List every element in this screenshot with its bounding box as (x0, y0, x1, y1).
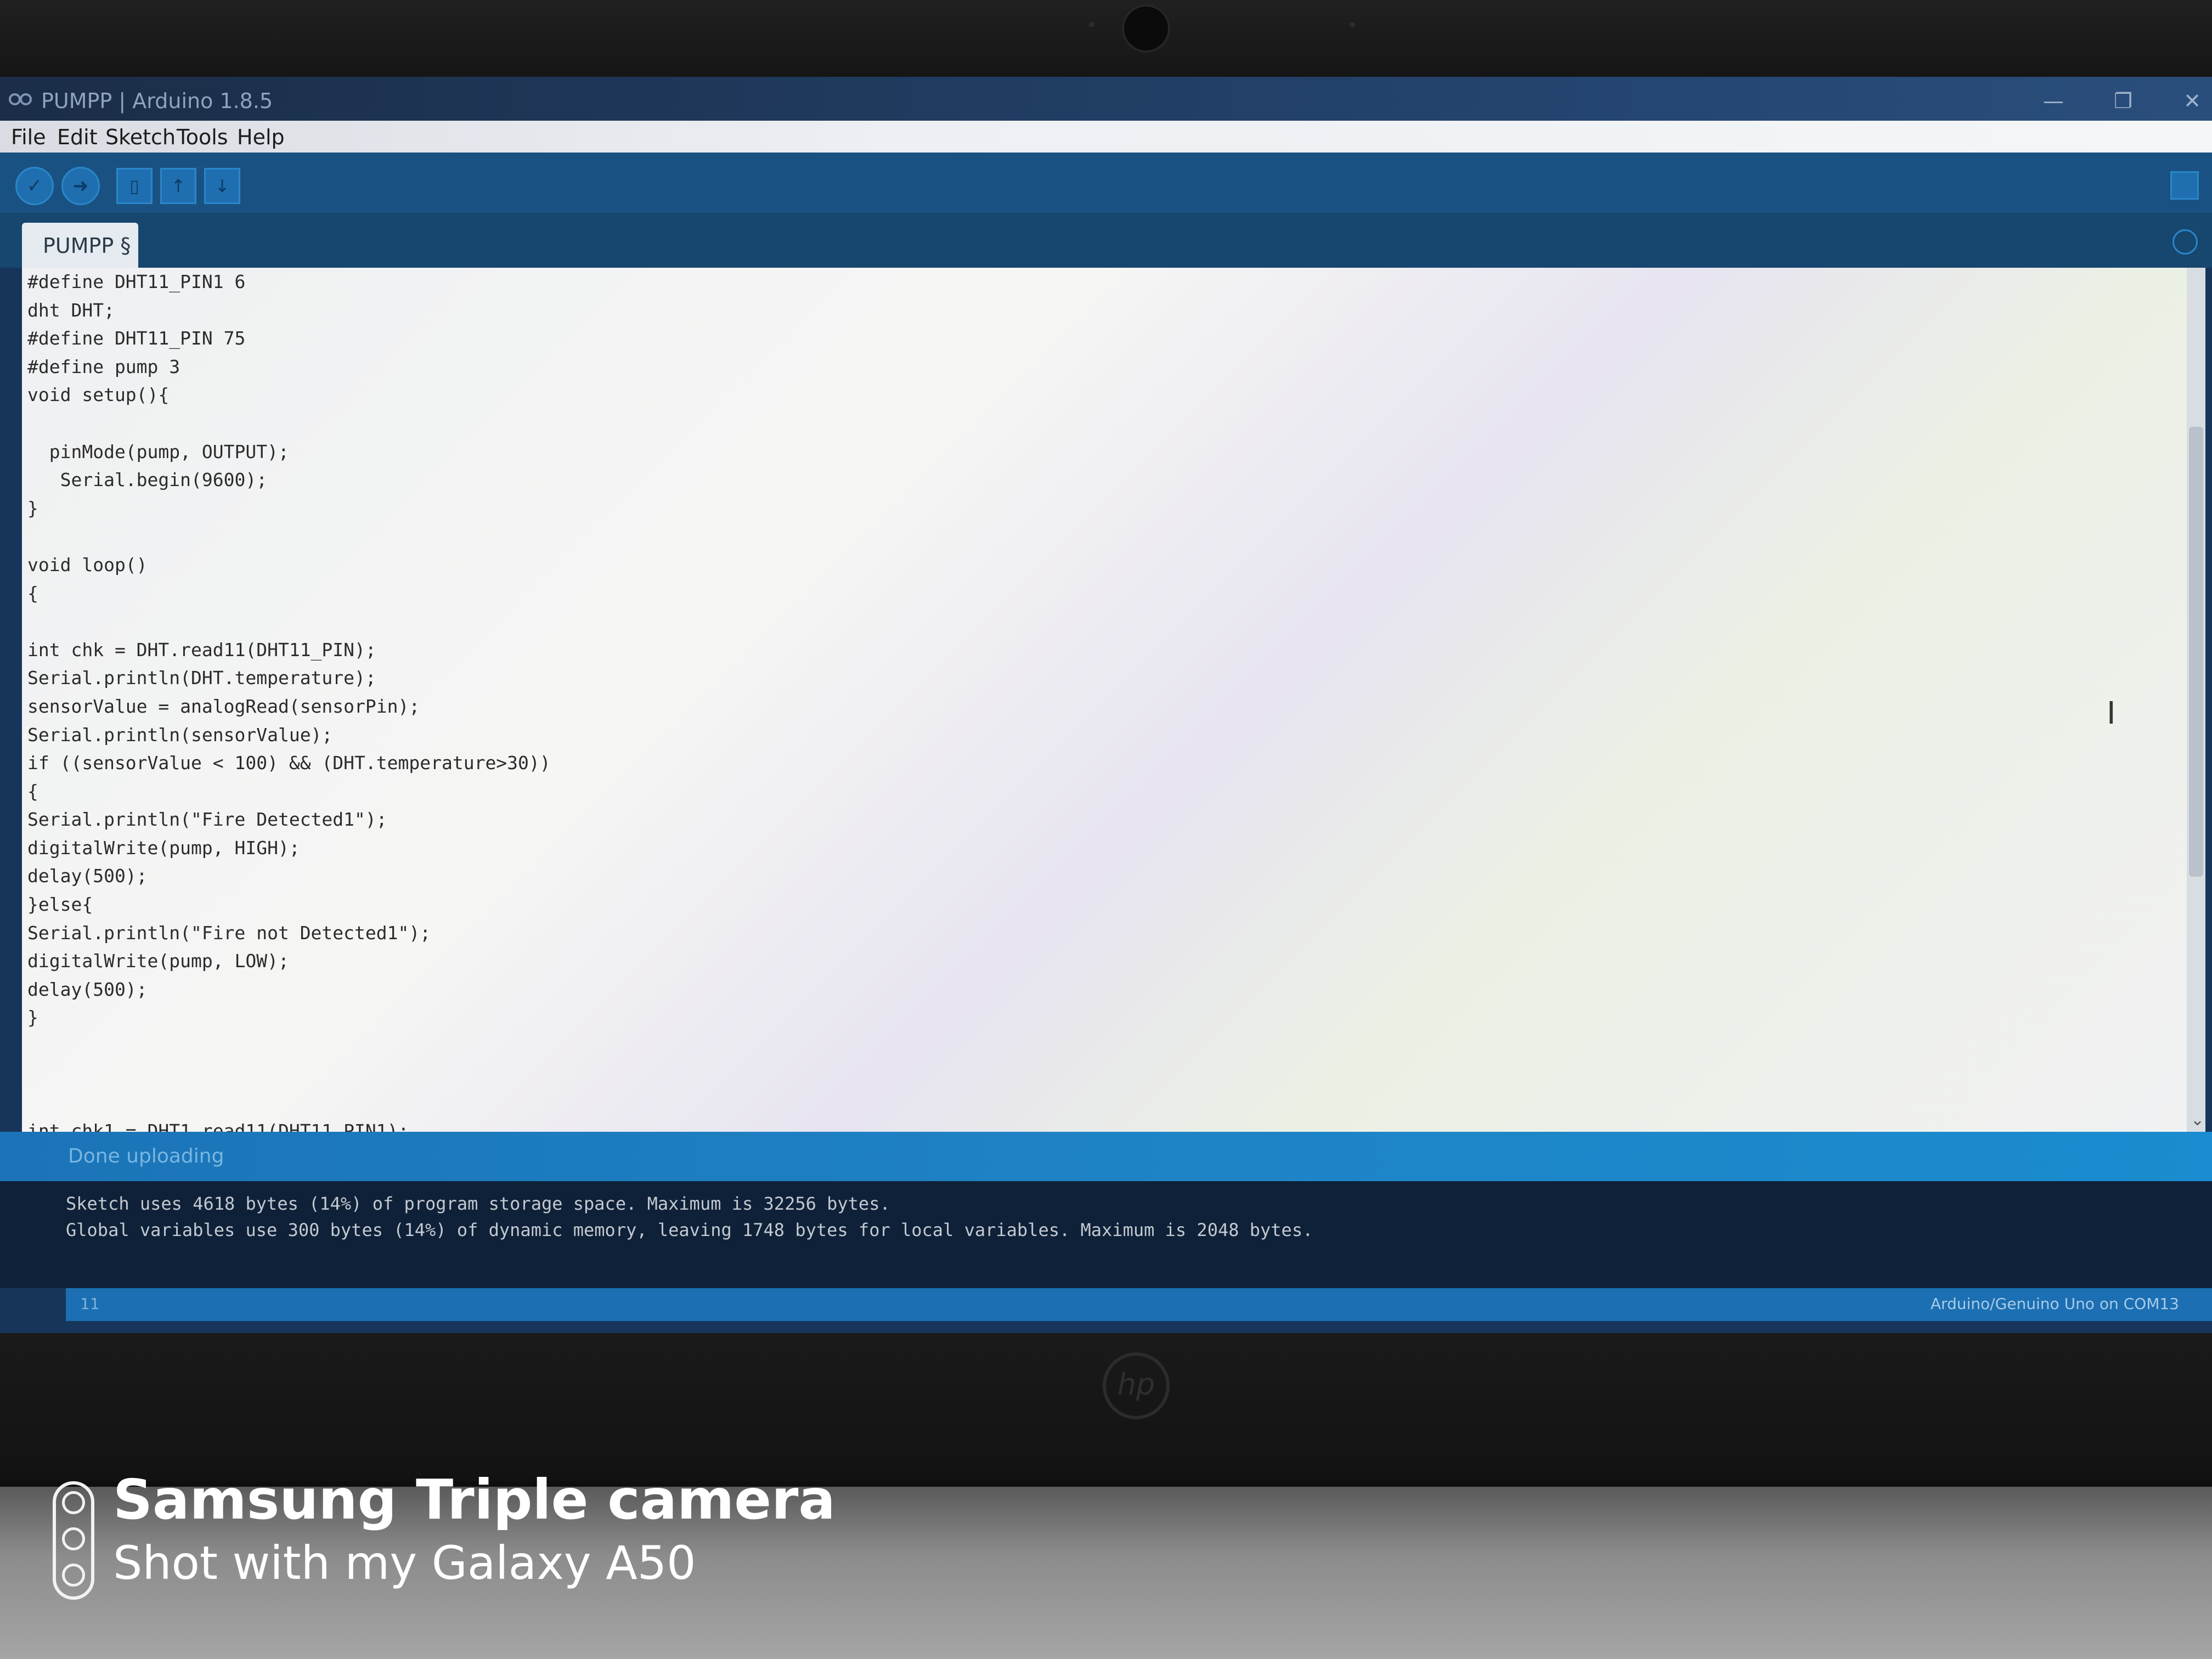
window-titlebar: PUMPP | Arduino 1.8.5 — ❐ ✕ (0, 77, 2212, 121)
restore-button[interactable]: ❐ (2114, 89, 2132, 113)
console-line: Global variables use 300 bytes (14%) of … (66, 1220, 1313, 1240)
code-line: delay(500); (27, 865, 148, 887)
code-line: void setup(){ (27, 384, 170, 406)
code-lines: #define DHT11_PIN1 6 dht DHT; #define DHT1… (27, 268, 551, 1145)
code-line: digitalWrite(pump, HIGH); (27, 837, 300, 859)
hp-logo: hp (1103, 1352, 1170, 1419)
code-line: digitalWrite(pump, LOW); (27, 950, 289, 972)
code-line: pinMode(pump, OUTPUT); (27, 441, 289, 462)
tab-menu-button[interactable] (2172, 229, 2198, 255)
code-line: delay(500); (27, 978, 148, 1000)
watermark-title: Samsung Triple camera (113, 1468, 836, 1532)
window-title: PUMPP | Arduino 1.8.5 (41, 89, 273, 113)
code-line: int chk = DHT.read11(DHT11_PIN); (27, 639, 376, 661)
laptop-bottom-bezel (0, 1333, 2212, 1487)
minimize-button[interactable]: — (2043, 89, 2064, 113)
code-line: { (27, 780, 38, 802)
menu-bar: File Edit Sketch Tools Help (0, 121, 2212, 153)
console-output: Sketch uses 4618 bytes (14%) of program … (0, 1181, 2212, 1288)
menu-file[interactable]: File (11, 125, 46, 149)
code-line: Serial.println(sensorValue); (27, 724, 333, 746)
arduino-logo-icon (9, 93, 32, 105)
tab-bar: PUMPP § (0, 213, 2212, 268)
arrow-right-icon: ➜ (72, 175, 89, 197)
arrow-up-icon: ↑ (171, 176, 186, 196)
check-icon: ✓ (26, 175, 43, 197)
console-line: Sketch uses 4618 bytes (14%) of program … (66, 1193, 890, 1214)
code-editor[interactable]: #define DHT11_PIN1 6 dht DHT; #define DHT1… (22, 268, 2205, 1142)
code-line: Serial.println("Fire not Detected1"); (27, 922, 431, 944)
scroll-down-icon[interactable]: ⌄ (2191, 1110, 2204, 1130)
code-line: Serial.println(DHT.temperature); (27, 667, 376, 689)
code-line: void loop() (27, 554, 148, 575)
menu-tools[interactable]: Tools (177, 125, 228, 149)
tab-pumpp[interactable]: PUMPP § (22, 223, 138, 268)
menu-edit[interactable]: Edit (57, 125, 98, 149)
arrow-down-icon: ↓ (215, 176, 230, 196)
upload-button[interactable]: ➜ (61, 167, 100, 205)
code-line: dht DHT; (27, 299, 115, 321)
serial-monitor-button[interactable] (2170, 171, 2199, 200)
screen: PUMPP | Arduino 1.8.5 — ❐ ✕ File Edit Sk… (0, 77, 2212, 1333)
new-sketch-button[interactable]: ▯ (116, 168, 153, 204)
tab-label: PUMPP § (43, 234, 131, 258)
toolbar: ✓ ➜ ▯ ↑ ↓ (0, 153, 2212, 213)
watermark-subtitle: Shot with my Galaxy A50 (113, 1536, 696, 1590)
code-line: sensorValue = analogRead(sensorPin); (27, 695, 420, 717)
code-line: }else{ (27, 894, 93, 916)
lens-icon (62, 1527, 85, 1550)
code-line: #define pump 3 (27, 356, 180, 377)
menu-help[interactable]: Help (237, 125, 285, 149)
code-line: Serial.begin(9600); (27, 469, 268, 491)
code-line: if ((sensorValue < 100) && (DHT.temperat… (27, 752, 551, 774)
scroll-thumb[interactable] (2189, 427, 2203, 877)
line-number: 11 (80, 1295, 100, 1313)
camera-sensor-dot (1089, 22, 1094, 27)
laptop-top-bezel (0, 0, 2212, 77)
menu-sketch[interactable]: Sketch (105, 125, 176, 149)
footer-bar: 11 Arduino/Genuino Uno on COM13 (66, 1288, 2212, 1321)
code-line: } (27, 497, 38, 519)
lens-icon (62, 1491, 85, 1514)
status-bar: Done uploading (0, 1132, 2212, 1181)
camera-led-dot (1350, 22, 1355, 27)
new-file-icon: ▯ (129, 176, 139, 196)
code-line: #define DHT11_PIN 75 (27, 328, 246, 349)
code-line: #define DHT11_PIN1 6 (27, 271, 246, 292)
webcam (1122, 4, 1170, 53)
status-message: Done uploading (68, 1145, 224, 1167)
lens-icon (62, 1564, 85, 1587)
code-line: Serial.println("Fire Detected1"); (27, 809, 387, 831)
editor-scrollbar[interactable] (2187, 268, 2205, 1132)
close-button[interactable]: ✕ (2183, 89, 2201, 113)
board-port-label: Arduino/Genuino Uno on COM13 (1930, 1295, 2179, 1313)
open-sketch-button[interactable]: ↑ (160, 168, 196, 204)
triple-camera-icon (53, 1481, 94, 1600)
code-line: } (27, 1007, 38, 1029)
text-cursor-icon: I (2107, 696, 2116, 731)
verify-button[interactable]: ✓ (15, 167, 54, 205)
save-sketch-button[interactable]: ↓ (204, 168, 240, 204)
code-line: { (27, 582, 38, 604)
